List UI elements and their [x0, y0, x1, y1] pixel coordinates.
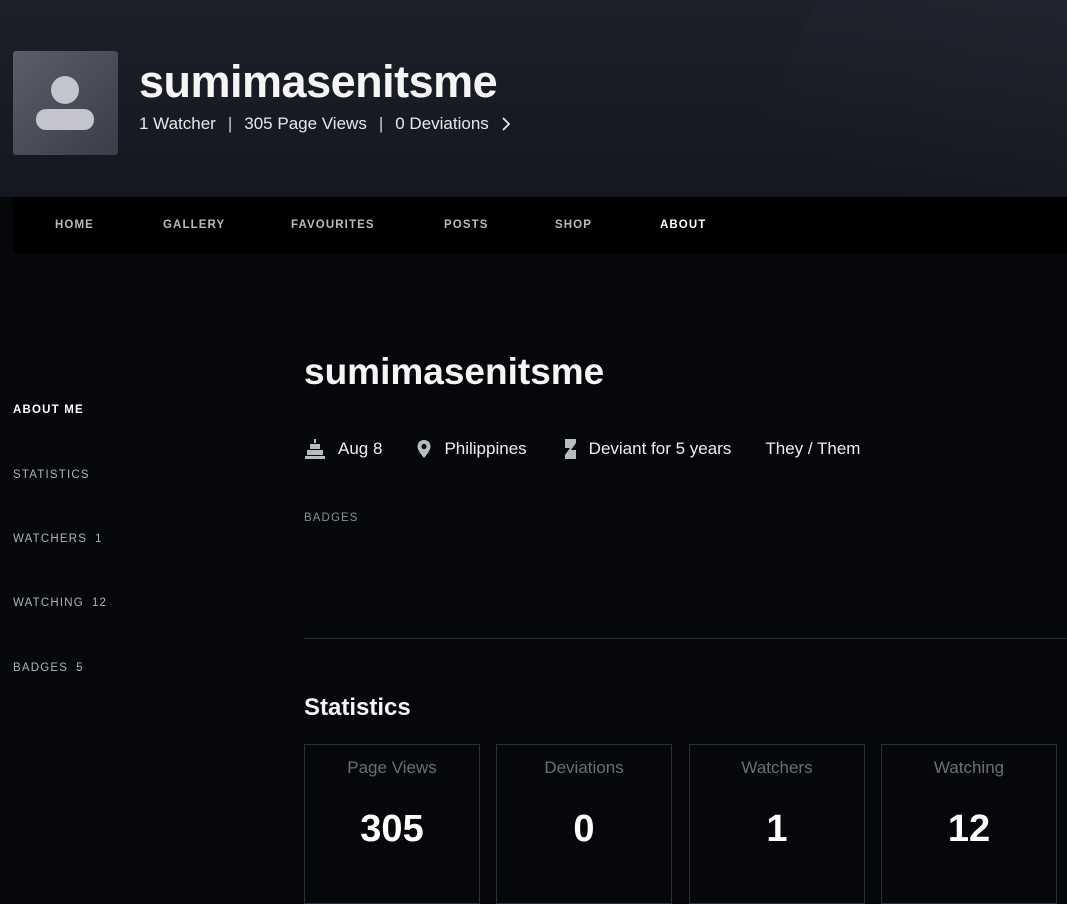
sidebar-item-watching[interactable]: WATCHING 12 [13, 597, 107, 609]
profile-nav: HOME GALLERY FAVOURITES POSTS SHOP ABOUT [13, 197, 1067, 253]
stat-card-watchers: Watchers 1 [689, 744, 865, 904]
sidebar-item-label: BADGES [13, 662, 69, 674]
location-text: Philippines [444, 439, 527, 458]
header-decoration [687, 0, 1067, 197]
tab-shop[interactable]: SHOP [555, 219, 592, 231]
location-item: Philippines [416, 439, 527, 459]
profile-username[interactable]: sumimasenitsme [139, 54, 498, 110]
badges-section-label: BADGES [304, 512, 359, 524]
sidebar-item-watchers[interactable]: WATCHERS 1 [13, 533, 103, 545]
tab-home[interactable]: HOME [55, 219, 94, 231]
cake-icon [305, 439, 325, 459]
tab-favourites[interactable]: FAVOURITES [291, 219, 375, 231]
tab-posts[interactable]: POSTS [444, 219, 488, 231]
stat-value: 12 [947, 808, 991, 850]
deviations-count-link[interactable]: 0 Deviations [395, 114, 489, 134]
profile-info-row: Aug 8 Philippines Deviant for 5 years Th… [304, 437, 894, 461]
separator: | [378, 114, 384, 133]
default-user-icon [36, 76, 94, 130]
stat-value: 0 [573, 808, 595, 850]
profile-stats-line: 1 Watcher | 305 Page Views | 0 Deviation… [139, 113, 511, 135]
deviant-since-item: Deviant for 5 years [561, 438, 732, 460]
tab-gallery[interactable]: GALLERY [163, 219, 225, 231]
sidebar-item-about-me[interactable]: ABOUT ME [13, 404, 84, 416]
sidebar-item-count: 1 [95, 533, 103, 545]
birthday-text: Aug 8 [338, 439, 383, 458]
stat-card-watching: Watching 12 [881, 744, 1057, 904]
sidebar-item-badges[interactable]: BADGES 5 [13, 662, 84, 674]
pronouns-item: They / Them [765, 439, 860, 459]
watcher-count-link[interactable]: 1 Watcher [139, 114, 216, 134]
tab-about[interactable]: ABOUT [660, 219, 706, 231]
stat-label: Watching [933, 758, 1005, 777]
sidebar-item-statistics[interactable]: STATISTICS [13, 469, 90, 481]
sidebar-item-label: WATCHING [13, 597, 84, 609]
sidebar-item-label: STATISTICS [13, 469, 90, 481]
sidebar-item-count: 5 [76, 662, 84, 674]
deviantart-logo-icon [564, 439, 576, 459]
stat-label: Page Views [347, 758, 437, 777]
stat-card-deviations: Deviations 0 [496, 744, 672, 904]
separator: | [227, 114, 233, 133]
avatar[interactable] [13, 51, 118, 155]
birthday-item: Aug 8 [304, 438, 382, 460]
pronouns-text: They / Them [765, 439, 861, 458]
statistics-heading: Statistics [304, 694, 411, 721]
stat-value: 1 [766, 808, 788, 850]
stat-card-page-views: Page Views 305 [304, 744, 480, 904]
stat-label: Deviations [544, 758, 624, 777]
location-pin-icon [417, 440, 431, 458]
page-views-count: 305 Page Views [244, 114, 367, 133]
chevron-right-icon[interactable] [501, 116, 511, 132]
profile-header: sumimasenitsme 1 Watcher | 305 Page View… [0, 0, 1067, 197]
stat-value: 305 [360, 808, 424, 850]
sidebar-item-label: ABOUT ME [13, 404, 84, 416]
deviant-since-text: Deviant for 5 years [588, 439, 732, 458]
sidebar-item-count: 12 [91, 597, 108, 609]
about-username: sumimasenitsme [304, 351, 605, 392]
stat-label: Watchers [741, 758, 813, 777]
section-divider [304, 638, 1067, 639]
sidebar-item-label: WATCHERS [13, 533, 88, 545]
